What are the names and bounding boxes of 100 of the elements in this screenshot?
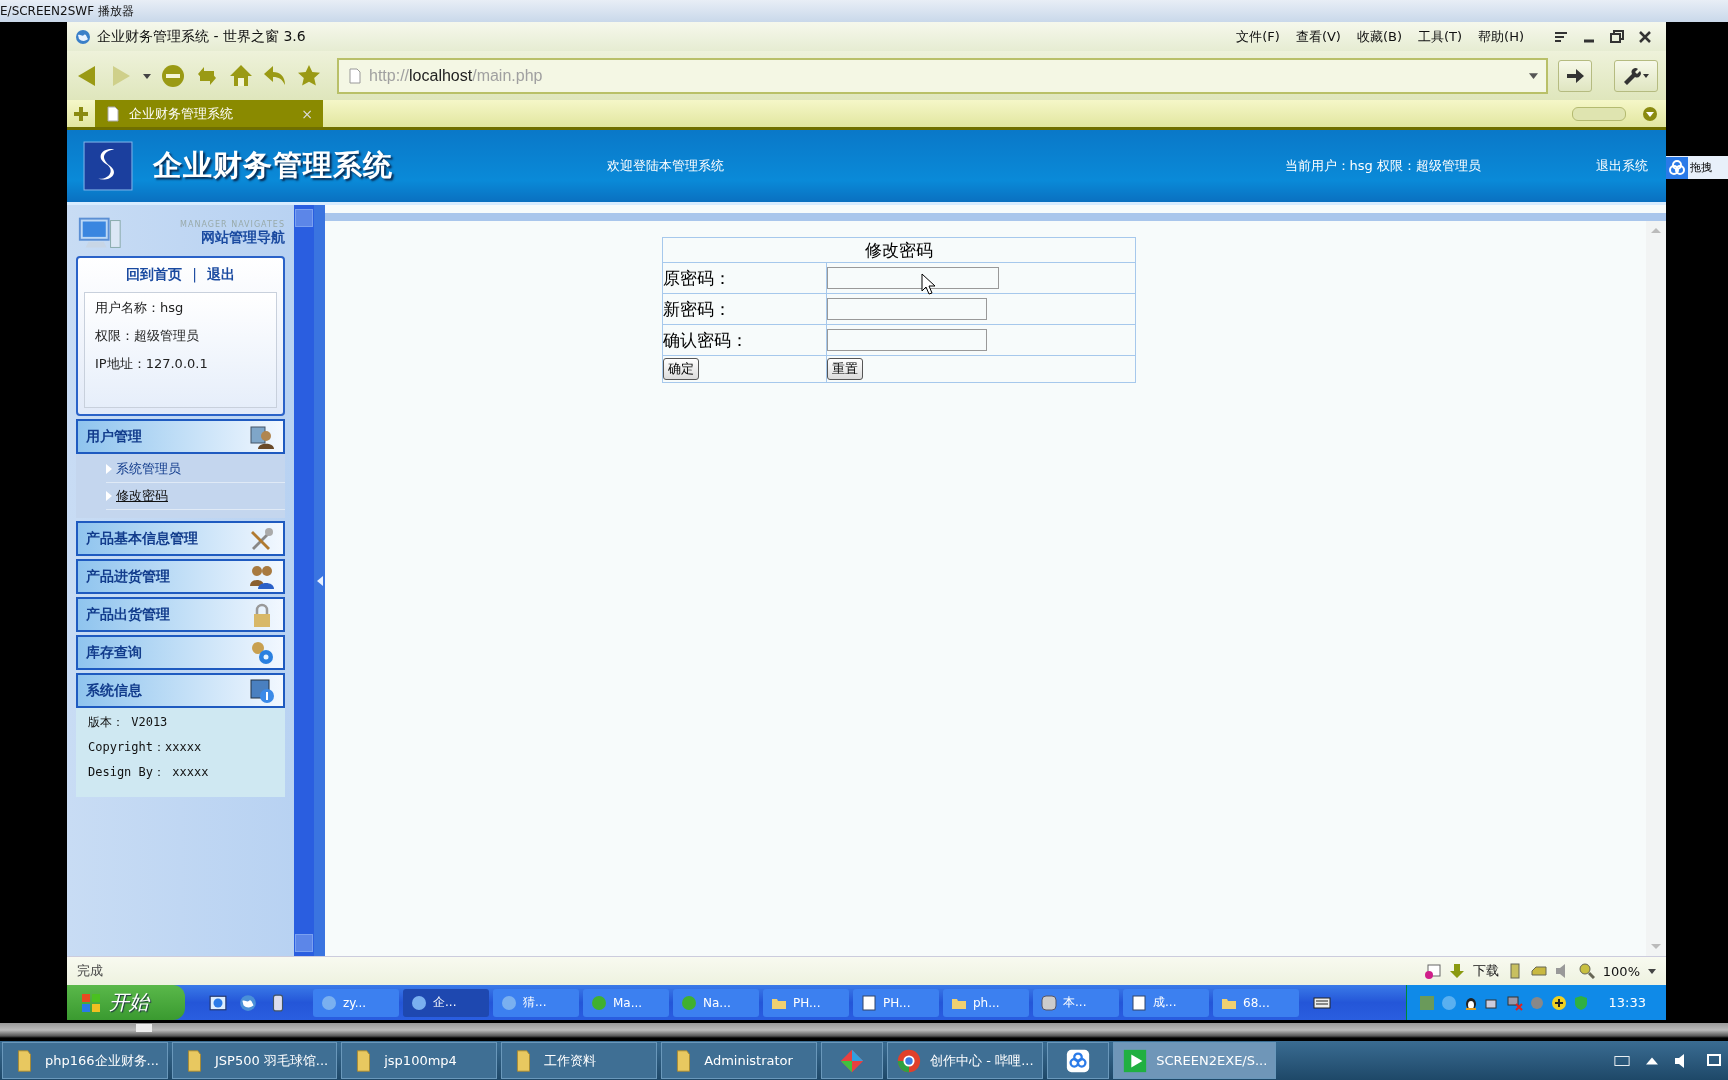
go-button[interactable]: [1558, 59, 1592, 92]
info-text: Design By： xxxxx: [88, 764, 210, 781]
taskbar-label: 猜...: [523, 994, 547, 1011]
taskbar-label: php166企业财务...: [45, 1051, 159, 1070]
dropdown-icon[interactable]: [143, 71, 151, 80]
page-icon: [347, 67, 363, 84]
scrollbar[interactable]: [1646, 221, 1666, 956]
menu-item[interactable]: 文件(F): [1236, 27, 1280, 46]
dropdown-icon[interactable]: [1529, 71, 1538, 80]
scroll-up-icon[interactable]: [1651, 227, 1661, 233]
globe-icon[interactable]: [239, 993, 257, 1012]
group-title: 产品出货管理: [86, 605, 170, 624]
taskbar-button[interactable]: Ma...: [583, 988, 669, 1017]
taskbar-button[interactable]: Na...: [673, 988, 759, 1017]
password-field[interactable]: [826, 329, 987, 351]
password-field[interactable]: [826, 298, 987, 320]
taskbar-button[interactable]: ph...: [943, 988, 1029, 1017]
taskbar-button[interactable]: SCREEN2EXE/S...: [1113, 1042, 1277, 1079]
search-pill[interactable]: [1572, 106, 1626, 121]
zoom-level[interactable]: 100%: [1602, 963, 1640, 979]
taskbar-button[interactable]: 本...: [1033, 988, 1119, 1017]
menu-item[interactable]: 查看(V): [1295, 27, 1341, 46]
taskbar-button[interactable]: Administrator: [661, 1042, 818, 1079]
info-text: 版本： V2013: [88, 714, 169, 731]
logout-link[interactable]: 退出: [206, 266, 235, 284]
taskbar-button[interactable]: 创作中心 - 哔哩...: [887, 1042, 1044, 1079]
network-icon[interactable]: [1706, 1052, 1722, 1069]
download-icon[interactable]: [1448, 963, 1465, 979]
taskbar-button[interactable]: php166企业财务...: [2, 1042, 168, 1079]
group-header[interactable]: 系统信息: [76, 673, 285, 708]
user-info-text: IP地址：127.0.0.1: [95, 355, 209, 373]
collapse-arrow-icon[interactable]: [316, 575, 323, 586]
group-header[interactable]: 库存查询: [76, 635, 285, 670]
submenu-item[interactable]: 修改密码: [106, 483, 285, 510]
taskbar-label: 企...: [433, 994, 457, 1011]
password-field[interactable]: [826, 267, 999, 289]
taskbar-button[interactable]: jsp100mp4: [341, 1042, 498, 1079]
home-icon[interactable]: [229, 63, 253, 88]
taskbar-button[interactable]: 成...: [1123, 988, 1209, 1017]
menu-item[interactable]: 帮助(H): [1478, 27, 1524, 46]
taskbar-button[interactable]: JSP500 羽毛球馆...: [171, 1042, 338, 1079]
taskbar-label: Ma...: [613, 995, 643, 1010]
group-header[interactable]: 产品基本信息管理: [76, 521, 285, 556]
taskbar-button[interactable]: [821, 1042, 884, 1079]
taskbar-label: Na...: [703, 995, 731, 1010]
download-label[interactable]: 下载: [1472, 962, 1499, 980]
window-icon[interactable]: [1424, 963, 1441, 979]
star-icon[interactable]: [297, 63, 321, 88]
chrome-icon: [896, 1047, 923, 1074]
stop-icon[interactable]: [161, 63, 185, 88]
taskbar-button[interactable]: PH...: [763, 988, 849, 1017]
user-info-text: 权限：超级管理员: [95, 327, 200, 345]
taskbar-button[interactable]: 企...: [403, 988, 489, 1017]
tools-button[interactable]: [1614, 59, 1658, 92]
chevron-up-icon[interactable]: [1646, 1055, 1658, 1066]
scroll-down-icon[interactable]: [1651, 944, 1661, 950]
address-field[interactable]: http://localhost/main.php: [337, 57, 1548, 94]
drive-icon[interactable]: [1530, 963, 1547, 979]
group-header[interactable]: 产品出货管理: [76, 597, 285, 632]
people-icon: [501, 994, 517, 1011]
taskbar-button[interactable]: zy...: [313, 988, 399, 1017]
close-icon[interactable]: [1638, 29, 1652, 44]
chevron-down-icon[interactable]: [1642, 105, 1658, 122]
dropdown-icon[interactable]: [1648, 967, 1656, 975]
plus-icon[interactable]: [1550, 994, 1567, 1011]
browser-icon[interactable]: [209, 993, 227, 1012]
menu-icon[interactable]: [1554, 29, 1568, 44]
browser-tab[interactable]: 企业财务管理系统 ×: [95, 100, 323, 127]
side-widget[interactable]: 拖拽: [1666, 156, 1728, 179]
taskbar-button[interactable]: [1047, 1042, 1110, 1079]
group-header[interactable]: 用户管理: [76, 419, 285, 454]
network-error-icon[interactable]: [1506, 994, 1523, 1011]
menu-item[interactable]: 收藏(B): [1356, 27, 1402, 46]
submenu-label: 修改密码: [116, 487, 168, 505]
field-label: 原密码：: [662, 262, 826, 294]
system-title: 企业财务管理系统: [153, 147, 393, 184]
user-icon: [249, 423, 275, 450]
document-icon: [1131, 994, 1147, 1011]
taskbar-button[interactable]: 猜...: [493, 988, 579, 1017]
confirm-button[interactable]: 确定: [662, 358, 699, 380]
reset-button[interactable]: 重置: [826, 358, 863, 380]
logout-link[interactable]: 退出系统: [1596, 157, 1648, 175]
new-tab-icon[interactable]: [73, 105, 89, 122]
taskbar-button[interactable]: 工作资料: [501, 1042, 658, 1079]
taskbar-label: 68...: [1243, 995, 1270, 1010]
restore-icon[interactable]: [1610, 29, 1624, 44]
group-header[interactable]: 产品进货管理: [76, 559, 285, 594]
taskbar-button[interactable]: PH...: [853, 988, 939, 1017]
scroll-thumb[interactable]: [136, 1024, 152, 1032]
taskbar-button[interactable]: 68...: [1213, 988, 1299, 1017]
menu-item[interactable]: 工具(T): [1418, 27, 1463, 46]
zoom-icon[interactable]: [1578, 963, 1595, 979]
logo-icon: [83, 141, 133, 191]
taskbar-label: 创作中心 - 哔哩...: [930, 1051, 1034, 1070]
app-icon: [681, 994, 697, 1011]
home-link[interactable]: 回到首页: [126, 266, 183, 284]
page-icon: [105, 105, 121, 122]
globe-icon: [411, 994, 427, 1011]
caption: 网站管理导航: [201, 229, 285, 247]
submenu-item[interactable]: 系统管理员: [106, 456, 285, 483]
